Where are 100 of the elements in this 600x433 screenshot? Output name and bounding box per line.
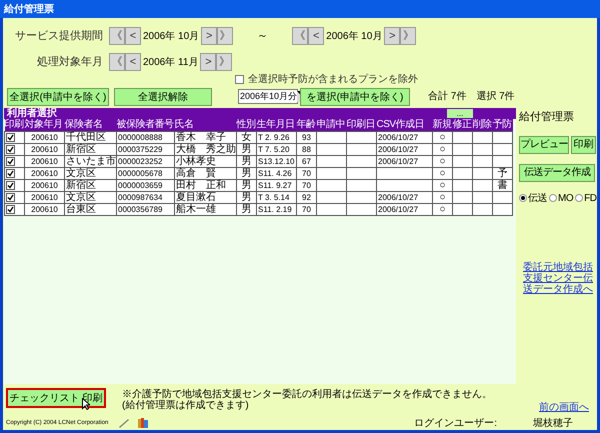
nav-button[interactable]: < <box>125 53 141 71</box>
table-cell: 200610 <box>31 157 58 166</box>
table-cell: ○ <box>439 132 446 143</box>
table-cell: 文京区 <box>66 168 96 179</box>
table-cell: 台東区 <box>66 204 96 215</box>
checkbox-label: 全選択時予防が含まれるプランを除外 <box>248 72 418 86</box>
table-cell: 70 <box>302 181 311 190</box>
nav-button[interactable]: > <box>200 53 216 71</box>
table-cell: ○ <box>439 180 446 191</box>
table-cell: T 2. 9.26 <box>258 133 290 142</box>
print-button[interactable]: 印刷 <box>571 136 596 154</box>
table-cell: 香木 幸子 <box>176 132 226 143</box>
field-label: サービス提供期間 <box>14 28 103 44</box>
month-dropdown[interactable]: 2006年10月分 <box>238 89 298 104</box>
table-cell: 0000008888 <box>118 133 162 142</box>
checklist-print-button[interactable]: チェックリスト 印刷 <box>6 388 106 408</box>
nav-button[interactable]: > <box>201 27 218 45</box>
table-cell: ○ <box>439 144 446 155</box>
table-cell: T 7. 5.20 <box>258 145 290 154</box>
table-cell: 200610 <box>31 193 58 202</box>
books-icon[interactable] <box>138 418 150 428</box>
field-label: 処理対象年月 <box>36 54 103 70</box>
table-cell: 小林孝史 <box>176 156 216 167</box>
window-title: 給付管理票 <box>4 2 54 16</box>
login-label: ログインユーザー: <box>414 416 497 430</box>
nav-button[interactable]: < <box>308 27 324 45</box>
row-checkbox[interactable] <box>6 156 15 166</box>
panel-title: 給付管理票 <box>519 110 575 125</box>
table-cell: 93 <box>302 133 311 142</box>
nav-button[interactable]: < <box>125 27 141 45</box>
table-cell: 0000023252 <box>118 157 162 166</box>
table-cell: 0000005678 <box>118 169 162 178</box>
month-value: 2006年 10月 <box>326 30 382 44</box>
column-header: 生年月日 <box>256 119 296 132</box>
nav-button[interactable]: 《 <box>109 53 125 71</box>
radio-label: 伝送 <box>528 192 547 206</box>
table-cell: さいたま市 <box>66 156 116 167</box>
select-month-button[interactable]: を選択(申請中を除く) <box>300 88 410 106</box>
select-all-button[interactable]: 全選択(申請中を除く) <box>7 88 109 106</box>
nav-button[interactable]: 》 <box>216 53 232 71</box>
table-cell: 2006/10/27 <box>378 193 418 202</box>
nav-button[interactable]: 《 <box>292 27 308 45</box>
table-cell: 田村 正和 <box>176 180 226 191</box>
column-header: 保険者名 <box>64 119 116 132</box>
table-cell: 千代田区 <box>66 132 106 143</box>
table-cell: S11. 4.26 <box>258 169 292 178</box>
table-cell: 70 <box>302 205 311 214</box>
row-checkbox[interactable] <box>6 144 15 154</box>
more-button[interactable]: ... <box>447 109 473 118</box>
table-cell: 92 <box>302 193 311 202</box>
table-cell: 高倉 賢 <box>176 168 216 179</box>
table-cell: 200610 <box>31 181 58 190</box>
table-cell: 新宿区 <box>66 144 96 155</box>
table-cell: 2006/10/27 <box>378 145 418 154</box>
table-cell: 男 <box>242 192 252 203</box>
row-checkbox[interactable] <box>6 204 15 214</box>
row-checkbox[interactable] <box>6 168 15 178</box>
column-header: CSV作成日 <box>376 119 432 132</box>
transmit-link[interactable]: 委託元地域包括支援センター伝送データ作成へ <box>519 262 593 294</box>
deselect-all-button[interactable]: 全選択解除 <box>114 88 212 106</box>
table-cell: S11. 9.27 <box>258 181 292 190</box>
table-cell: 200610 <box>31 205 58 214</box>
table-cell: 70 <box>302 169 311 178</box>
login-user: 堀枝穂子 <box>533 416 573 430</box>
radio-button[interactable] <box>549 194 557 202</box>
radio-button[interactable] <box>575 194 584 202</box>
table-cell: 男 <box>242 180 252 191</box>
note-text: ※介護予防で地域包括支援センター委託の利用者は伝送データを作成できません。(給付管理票は作成できます) <box>122 389 493 411</box>
total-count: 合計 7件 <box>428 90 466 104</box>
table-cell: 88 <box>302 145 311 154</box>
nav-button[interactable]: 》 <box>217 27 234 45</box>
back-link[interactable]: 前の画面へ <box>539 400 589 415</box>
row-checkbox[interactable] <box>6 132 15 142</box>
preview-button[interactable]: プレビュー <box>519 136 569 154</box>
table-cell: ○ <box>439 156 446 167</box>
nav-button[interactable]: 》 <box>400 27 416 45</box>
table-cell: 文京区 <box>66 192 96 203</box>
pen-icon[interactable] <box>118 418 130 428</box>
table-cell: 200610 <box>31 133 58 142</box>
row-checkbox[interactable] <box>6 192 15 202</box>
table-cell: T 3. 5.14 <box>258 193 290 202</box>
row-checkbox[interactable] <box>6 180 15 190</box>
table-cell: ○ <box>439 168 446 179</box>
column-header: 氏名 <box>174 119 236 132</box>
table-cell: 0000003659 <box>118 181 162 190</box>
separator-text: ～ <box>257 28 268 44</box>
column-header: 印刷 <box>4 119 24 132</box>
table-cell: 男 <box>242 204 252 215</box>
table-cell: 0000375229 <box>118 145 162 154</box>
nav-button[interactable]: > <box>384 27 400 45</box>
selected-count: 選択 7件 <box>476 90 515 104</box>
table-cell: 男 <box>242 144 252 155</box>
table-cell: 男 <box>242 156 252 167</box>
nav-button[interactable]: 《 <box>109 27 125 45</box>
table-cell: 船木一雄 <box>176 204 216 215</box>
checkbox[interactable] <box>235 74 244 84</box>
radio-button[interactable] <box>519 194 527 202</box>
table-cell: 新宿区 <box>66 180 96 191</box>
transmit-data-button[interactable]: 伝送データ作成 <box>519 164 595 182</box>
table-cell: S13.12.10 <box>258 157 294 166</box>
